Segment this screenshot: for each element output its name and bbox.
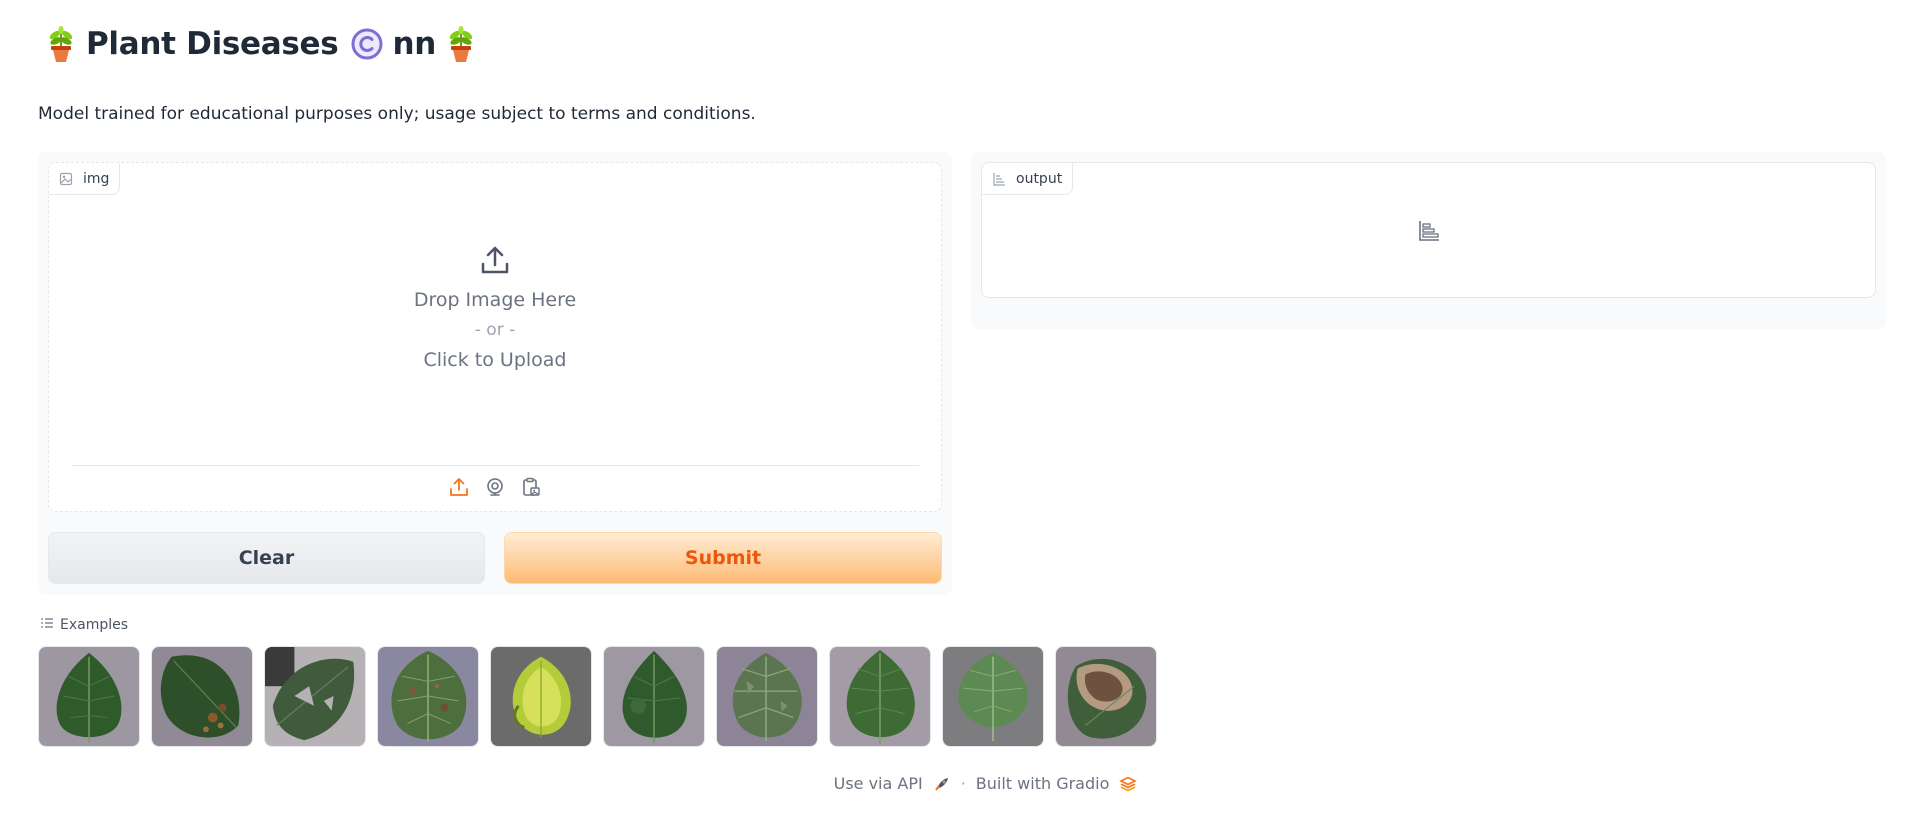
input-panel: img Drop Image Here - or - Click to Uplo… [38, 152, 952, 595]
potted-plant-icon [44, 24, 78, 64]
bar-chart-icon [992, 172, 1006, 186]
footer: Use via API · Built with Gradio [0, 774, 1911, 793]
output-label: output [982, 163, 1074, 195]
example-leaf-6[interactable] [603, 646, 705, 747]
example-leaf-10[interactable] [1055, 646, 1157, 747]
example-leaf-7[interactable] [716, 646, 818, 747]
drop-image-text: Drop Image Here [413, 289, 577, 311]
example-leaf-1[interactable] [38, 646, 140, 747]
built-with-gradio-link[interactable]: Built with Gradio [976, 774, 1110, 793]
image-icon [59, 172, 73, 186]
example-leaf-9[interactable] [942, 646, 1044, 747]
copyright-icon [350, 27, 384, 61]
title-text: Plant Diseases [86, 26, 339, 62]
clear-button[interactable]: Clear [48, 532, 485, 584]
example-leaf-5[interactable] [490, 646, 592, 747]
source-divider [71, 465, 919, 466]
upload-source-icon[interactable] [448, 476, 470, 498]
example-leaf-3[interactable] [264, 646, 366, 747]
output-label-area: output [981, 162, 1876, 298]
example-leaf-8[interactable] [829, 646, 931, 747]
drop-area[interactable]: Drop Image Here - or - Click to Upload [49, 243, 941, 375]
gradio-logo-icon [1119, 775, 1138, 793]
page-title: Plant Diseases nn [44, 20, 478, 68]
examples-label: Examples [40, 616, 128, 634]
bar-chart-placeholder-icon [1417, 219, 1441, 247]
description: Model trained for educational purposes o… [38, 104, 756, 124]
example-leaf-2[interactable] [151, 646, 253, 747]
potted-plant-icon [444, 24, 478, 64]
output-label-text: output [1016, 170, 1063, 187]
source-selector [49, 476, 941, 498]
list-icon [40, 616, 54, 634]
image-upload-dropzone[interactable]: img Drop Image Here - or - Click to Uplo… [48, 162, 942, 512]
clipboard-icon[interactable] [520, 476, 542, 498]
input-label-text: img [83, 170, 110, 187]
footer-separator: · [960, 774, 966, 793]
rocket-icon [933, 775, 951, 793]
input-label: img [49, 163, 121, 195]
output-panel: output [971, 152, 1886, 329]
examples-label-text: Examples [60, 617, 129, 633]
webcam-icon[interactable] [484, 476, 506, 498]
click-to-upload-text[interactable]: Click to Upload [423, 345, 566, 375]
example-leaf-4[interactable] [377, 646, 479, 747]
upload-icon [478, 243, 512, 277]
output-placeholder [982, 219, 1875, 247]
use-via-api-link[interactable]: Use via API [834, 774, 923, 793]
examples-gallery [38, 646, 1157, 747]
title-suffix: nn [392, 26, 436, 62]
submit-button[interactable]: Submit [504, 532, 942, 584]
or-text: - or - [474, 320, 516, 340]
